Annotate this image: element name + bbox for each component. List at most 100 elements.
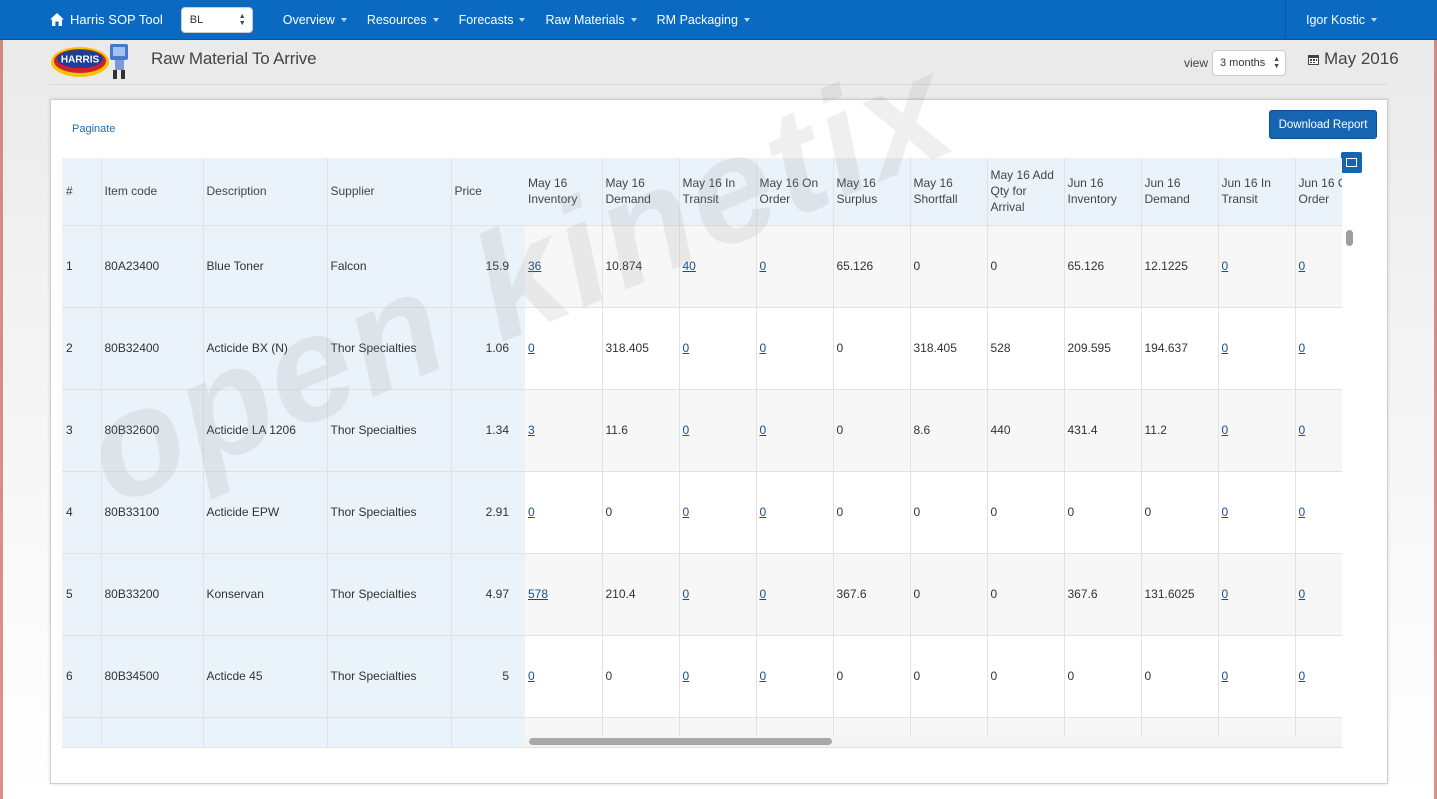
nav-label: Raw Materials [545, 12, 625, 27]
column-header[interactable]: May 16 Surplus [833, 158, 911, 226]
table-cell: 6 [62, 635, 102, 718]
table-cell: Thor Specialties [327, 307, 452, 390]
table-cell: Blue Toner [203, 225, 328, 308]
nav-item-rm-packaging[interactable]: RM Packaging [657, 13, 750, 27]
table-cell [101, 717, 204, 748]
brand-link[interactable]: Harris SOP Tool [50, 12, 163, 27]
vertical-scrollbar[interactable] [1346, 228, 1354, 748]
table-cell-link[interactable]: 0 [756, 307, 834, 390]
table-cell: 65.126 [833, 225, 911, 308]
column-header[interactable]: May 16 Shortfall [910, 158, 988, 226]
table-cell: 80B33200 [101, 553, 204, 636]
table-cell: 367.6 [833, 553, 911, 636]
nav-item-resources[interactable]: Resources [367, 13, 439, 27]
table-cell-link[interactable]: 0 [1218, 225, 1296, 308]
table-cell-link[interactable]: 0 [679, 389, 757, 472]
table-row: 6 80B34500 Acticde 45 Thor Specialties 5 0 0 0 0… [62, 635, 1342, 718]
view-period-select[interactable]: 3 months ▲ ▼ [1212, 50, 1286, 76]
table-cell-link[interactable]: 40 [679, 225, 757, 308]
select-arrows-icon: ▲ ▼ [238, 12, 246, 27]
table-cell-link[interactable]: 0 [1218, 307, 1296, 390]
nav-label: Forecasts [458, 12, 514, 27]
table-cell-link[interactable]: 0 [525, 635, 603, 718]
table-cell-link[interactable]: 0 [756, 471, 834, 554]
caret-down-icon [519, 17, 526, 22]
table-cell-link[interactable]: 0 [1218, 635, 1296, 718]
site-select[interactable]: BL ▲ ▼ [180, 6, 253, 33]
table-cell-link[interactable]: 0 [756, 553, 834, 636]
table-cell-link[interactable]: 0 [756, 225, 834, 308]
table-cell-link[interactable]: 0 [1295, 635, 1342, 718]
column-header[interactable]: May 16 In Transit [679, 158, 757, 226]
nav-item-forecasts[interactable]: Forecasts [459, 13, 526, 27]
paginate-link[interactable]: Paginate [72, 123, 115, 135]
table-cell: 11.2 [1141, 389, 1219, 472]
column-header[interactable]: Supplier [327, 158, 452, 226]
column-header[interactable]: Description [203, 158, 328, 226]
table-cell-link[interactable]: 0 [756, 389, 834, 472]
table-cell-link[interactable]: 3 [525, 389, 603, 472]
table-cell-link[interactable]: 578 [525, 553, 603, 636]
table-cell-link[interactable]: 0 [1295, 307, 1342, 390]
report-table: # Item code Description Supplier Price M… [62, 158, 1342, 748]
column-header[interactable]: May 16 Add Qty for Arrival [987, 158, 1065, 226]
horizontal-scrollbar[interactable] [526, 736, 1341, 747]
table-cell: 194.637 [1141, 307, 1219, 390]
table-cell: Acticide BX (N) [203, 307, 328, 390]
caret-down-icon [1371, 18, 1378, 22]
table-row: 4 80B33100 Acticide EPW Thor Specialties 2.9… [62, 471, 1342, 554]
columns-icon [1346, 158, 1357, 167]
view-label: view [1184, 56, 1209, 70]
vertical-scroll-thumb[interactable] [1346, 230, 1353, 246]
table-cell: 1.34 [451, 389, 525, 472]
table-cell: Thor Specialties [327, 635, 452, 718]
column-header[interactable]: May 16 Inventory [525, 158, 603, 226]
nav-item-overview[interactable]: Overview [283, 13, 347, 27]
table-cell-link[interactable]: 0 [1295, 389, 1342, 472]
column-header[interactable]: Jun 16 Inventory [1064, 158, 1142, 226]
table-cell-link[interactable]: 0 [756, 635, 834, 718]
table-cell-link[interactable]: 0 [1295, 471, 1342, 554]
user-name: Igor Kostic [1306, 13, 1366, 27]
table-cell-link[interactable]: 0 [679, 307, 757, 390]
table-row: 5 80B33200 Konservan Thor Specialties 4.97 57… [62, 553, 1342, 636]
table-cell-link[interactable]: 0 [679, 471, 757, 554]
table-cell: 1 [62, 225, 102, 308]
table-cell: Thor Specialties [327, 553, 452, 636]
column-header[interactable]: May 16 On Order [756, 158, 834, 226]
nav-item-raw-materials[interactable]: Raw Materials [545, 12, 637, 27]
column-header[interactable]: May 16 Demand [602, 158, 680, 226]
horizontal-scroll-thumb[interactable] [529, 738, 832, 745]
table-cell: 80A23400 [101, 225, 204, 308]
table-cell: 0 [910, 471, 988, 554]
column-header[interactable]: Item code [101, 158, 204, 226]
table-cell-link[interactable]: 0 [1218, 553, 1296, 636]
table-cell: 440 [987, 389, 1065, 472]
table-cell-link[interactable]: 0 [1295, 553, 1342, 636]
table-cell: 2.91 [451, 471, 525, 554]
view-select-value: 3 months [1220, 57, 1266, 69]
table-cell-link[interactable]: 0 [1218, 389, 1296, 472]
table-row: 1 80A23400 Blue Toner Falcon 15.9 36 10.874 40 0… [62, 225, 1342, 308]
column-header[interactable]: Price [451, 158, 525, 226]
table-cell-link[interactable]: 36 [525, 225, 603, 308]
table-cell: 0 [910, 635, 988, 718]
column-toggle-button[interactable] [1341, 152, 1362, 173]
table-cell-link[interactable]: 0 [525, 307, 603, 390]
table-cell-link[interactable]: 0 [679, 553, 757, 636]
table-cell: 0 [602, 471, 680, 554]
site-select-value: BL [189, 13, 204, 26]
column-header[interactable]: # [62, 158, 102, 226]
download-report-button[interactable]: Download Report [1269, 110, 1377, 139]
table-cell-link[interactable]: 0 [679, 635, 757, 718]
table-cell-link[interactable]: 0 [1295, 225, 1342, 308]
user-menu[interactable]: Igor Kostic [1285, 0, 1437, 40]
table-cell-link[interactable]: 0 [525, 471, 603, 554]
table-cell-link[interactable]: 0 [1218, 471, 1296, 554]
table-cell: 11.6 [602, 389, 680, 472]
harris-logo: HARRIS [50, 42, 134, 82]
column-header[interactable]: Jun 16 In Transit [1218, 158, 1296, 226]
report-card: Paginate Download Report # Item code Des… [50, 99, 1388, 784]
column-header[interactable]: Jun 16 Demand [1141, 158, 1219, 226]
column-header[interactable]: Jun 16 On Order [1295, 158, 1342, 226]
